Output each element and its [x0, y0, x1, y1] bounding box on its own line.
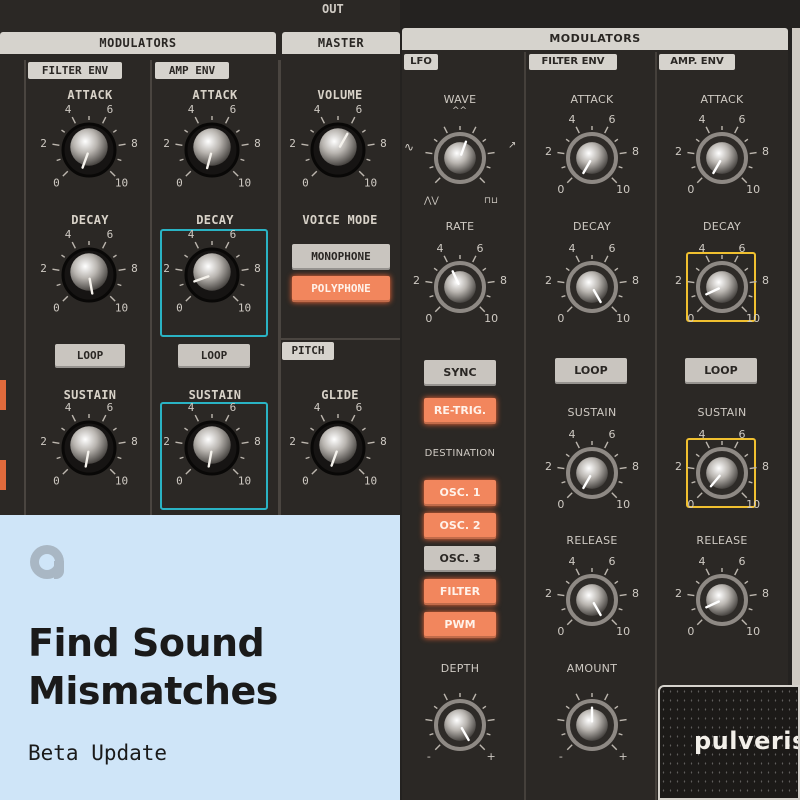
- left-divider-3: [278, 60, 281, 515]
- amount-label: AMOUNT: [566, 662, 618, 675]
- left-amp-attack-label: ATTACK: [192, 88, 238, 102]
- right-synth-panel: MODULATORS LFO FILTER ENV AMP. ENV WAVE …: [400, 0, 800, 800]
- right-amp-sustain-label: SUSTAIN: [697, 406, 747, 419]
- out-label: OUT: [322, 2, 344, 16]
- banner-title-line-2: Mismatches: [28, 669, 278, 713]
- left-filter-loop-button[interactable]: LOOP: [55, 344, 125, 368]
- left-filter-sustain-label: SUSTAIN: [63, 388, 117, 402]
- amp-sustain-highlight: [160, 402, 268, 510]
- left-glide-label: GLIDE: [321, 388, 359, 402]
- brand-logo-icon: [30, 545, 64, 579]
- wave-ramp-icon: ⋀⋁: [424, 196, 439, 206]
- logo-tail: [54, 561, 64, 579]
- polyphone-button[interactable]: POLYPHONE: [292, 276, 390, 302]
- right-amp-decay-highlight: [686, 252, 756, 322]
- lfo-tab: LFO: [404, 54, 438, 70]
- right-filter-release-label: RELEASE: [566, 534, 618, 547]
- right-filter-attack-label: ATTACK: [570, 93, 614, 106]
- retrig-button[interactable]: RE-TRIG.: [424, 398, 496, 424]
- left-synth-panel: OUT MODULATORS MASTER FILTER ENV AMP ENV…: [0, 0, 400, 515]
- rate-label: RATE: [445, 220, 475, 233]
- brand-box: pulveris: [658, 685, 800, 800]
- left-pitch-tab: PITCH: [282, 342, 334, 360]
- right-amp-loop-button[interactable]: LOOP: [685, 358, 757, 384]
- wave-square-icon: ⊓⊔: [484, 196, 499, 206]
- promo-banner: Find Sound Mismatches Beta Update: [0, 515, 400, 800]
- right-filter-decay-label: DECAY: [573, 220, 611, 233]
- dest-osc3-button[interactable]: OSC. 3: [424, 546, 496, 572]
- wave-triangle-icon: ^^: [452, 106, 468, 116]
- right-divider-1: [524, 52, 526, 800]
- dest-pwm-button[interactable]: PWM: [424, 612, 496, 638]
- banner-title-line-1: Find Sound: [28, 621, 265, 665]
- right-filter-sustain-label: SUSTAIN: [567, 406, 617, 419]
- left-filter-env-tab: FILTER ENV: [28, 62, 122, 79]
- right-filter-loop-button[interactable]: LOOP: [555, 358, 627, 384]
- left-divider-1: [24, 60, 26, 515]
- right-modulators-header: MODULATORS: [402, 28, 788, 50]
- left-modulators-header: MODULATORS: [0, 32, 276, 54]
- left-amp-sustain-label: SUSTAIN: [188, 388, 242, 402]
- left-amp-decay-label: DECAY: [196, 213, 234, 227]
- wave-sine-icon: ∿: [404, 140, 415, 154]
- logo-inner: [39, 554, 55, 570]
- right-amp-attack-label: ATTACK: [700, 93, 744, 106]
- dest-osc2-button[interactable]: OSC. 2: [424, 513, 496, 539]
- destination-label: DESTINATION: [424, 448, 496, 459]
- left-amp-loop-button[interactable]: LOOP: [178, 344, 250, 368]
- dest-filter-button[interactable]: FILTER: [424, 579, 496, 605]
- left-divider-pitch: [281, 338, 400, 340]
- amp-decay-highlight: [160, 229, 268, 337]
- right-amp-env-tab: AMP. ENV: [659, 54, 735, 70]
- left-edge-orange-strip-2: [0, 460, 6, 490]
- right-amp-release-label: RELEASE: [696, 534, 748, 547]
- left-filter-attack-label: ATTACK: [67, 88, 113, 102]
- sync-button[interactable]: SYNC: [424, 360, 496, 386]
- right-divider-2: [655, 52, 657, 800]
- brand-logo-text: pulveris: [694, 727, 800, 755]
- right-amp-decay-label: DECAY: [703, 220, 741, 233]
- left-edge-orange-strip-1: [0, 380, 6, 410]
- left-filter-decay-label: DECAY: [71, 213, 109, 227]
- dest-osc1-button[interactable]: OSC. 1: [424, 480, 496, 506]
- right-filter-env-tab: FILTER ENV: [529, 54, 617, 70]
- depth-label: DEPTH: [440, 662, 480, 675]
- left-master-header: MASTER: [282, 32, 400, 54]
- monophone-button[interactable]: MONOPHONE: [292, 244, 390, 270]
- left-voice-mode-label: VOICE MODE: [302, 213, 378, 227]
- left-amp-env-tab: AMP ENV: [155, 62, 229, 79]
- wave-saw-icon: ↗: [508, 140, 517, 151]
- left-volume-label: VOLUME: [317, 88, 363, 102]
- right-amp-sustain-highlight: [686, 438, 756, 508]
- banner-subtitle: Beta Update: [28, 741, 168, 765]
- screen: OUT MODULATORS MASTER FILTER ENV AMP ENV…: [0, 0, 800, 800]
- left-divider-2: [150, 60, 152, 515]
- wave-label: WAVE: [443, 93, 477, 106]
